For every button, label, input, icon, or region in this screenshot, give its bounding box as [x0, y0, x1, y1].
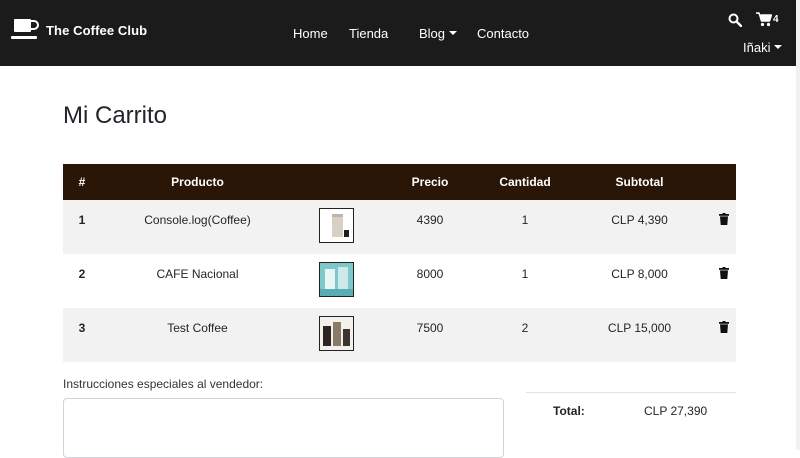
product-name[interactable]: Test Coffee [101, 308, 294, 362]
instructions-label: Instrucciones especiales al vendedor: [63, 377, 264, 391]
row-number: 1 [78, 213, 86, 227]
product-thumbnail[interactable] [318, 262, 354, 297]
header-price: Precio [411, 175, 449, 189]
product-quantity: 1 [521, 213, 529, 227]
scrollbar[interactable] [796, 0, 800, 450]
brand-name: The Coffee Club [46, 22, 148, 38]
totals-divider [526, 392, 736, 393]
header-image [294, 164, 378, 200]
product-price: 8000 [416, 267, 444, 281]
page-title: Mi Carrito [63, 102, 168, 129]
table-row: 1 Console.log(Coffee) 4390 1 CLP 4,390 [63, 200, 736, 254]
row-number: 3 [78, 321, 86, 335]
header-subtotal: Subtotal [615, 175, 664, 189]
trash-icon[interactable] [718, 321, 729, 333]
coffee-cup-icon [11, 19, 39, 39]
product-image [319, 317, 353, 350]
table-row: 2 CAFE Nacional 8000 1 CLP 8,000 [63, 254, 736, 308]
product-thumbnail[interactable] [318, 208, 354, 243]
user-menu-dropdown[interactable]: Iñaki [743, 40, 783, 55]
table-header-row: # Producto Precio Cantidad Subtotal [63, 164, 736, 200]
navbar: The Coffee Club Home Tienda Blog Contact… [0, 0, 796, 66]
row-number: 2 [78, 267, 86, 281]
total-value: CLP 27,390 [644, 404, 708, 418]
product-name[interactable]: Console.log(Coffee) [101, 200, 294, 254]
product-subtotal: CLP 15,000 [607, 321, 672, 335]
nav-blog-label: Blog [419, 26, 446, 41]
product-subtotal: CLP 4,390 [611, 213, 668, 227]
header-qty: Cantidad [499, 175, 551, 189]
product-image [319, 209, 353, 242]
brand-link[interactable]: The Coffee Club [11, 18, 147, 42]
nav-tienda[interactable]: Tienda [349, 26, 388, 41]
total-label: Total: [553, 404, 585, 418]
product-quantity: 1 [521, 267, 529, 281]
product-thumbnail[interactable] [318, 316, 354, 351]
chevron-down-icon [774, 45, 783, 49]
product-subtotal: CLP 8,000 [611, 267, 668, 281]
trash-icon[interactable] [718, 267, 729, 279]
header-product: Producto [171, 175, 224, 189]
cart-count-badge: 4 [773, 14, 779, 25]
product-price: 4390 [416, 213, 444, 227]
cart-table: # Producto Precio Cantidad Subtotal 1 Co… [63, 164, 736, 362]
user-name: Iñaki [743, 40, 771, 55]
trash-icon[interactable] [718, 213, 729, 225]
instructions-textarea[interactable] [63, 398, 504, 458]
product-image [319, 263, 353, 296]
table-row: 3 Test Coffee 7500 2 CLP 15,000 [63, 308, 736, 362]
nav-blog-dropdown[interactable]: Blog [419, 26, 458, 41]
cart-icon[interactable] [756, 12, 772, 27]
product-name[interactable]: CAFE Nacional [101, 254, 294, 308]
nav-contacto[interactable]: Contacto [477, 26, 529, 41]
product-quantity: 2 [521, 321, 529, 335]
nav-home[interactable]: Home [293, 26, 328, 41]
search-icon[interactable] [728, 13, 742, 27]
chevron-down-icon [449, 31, 458, 35]
product-price: 7500 [416, 321, 444, 335]
header-actions [711, 164, 736, 200]
header-num: # [78, 175, 86, 189]
